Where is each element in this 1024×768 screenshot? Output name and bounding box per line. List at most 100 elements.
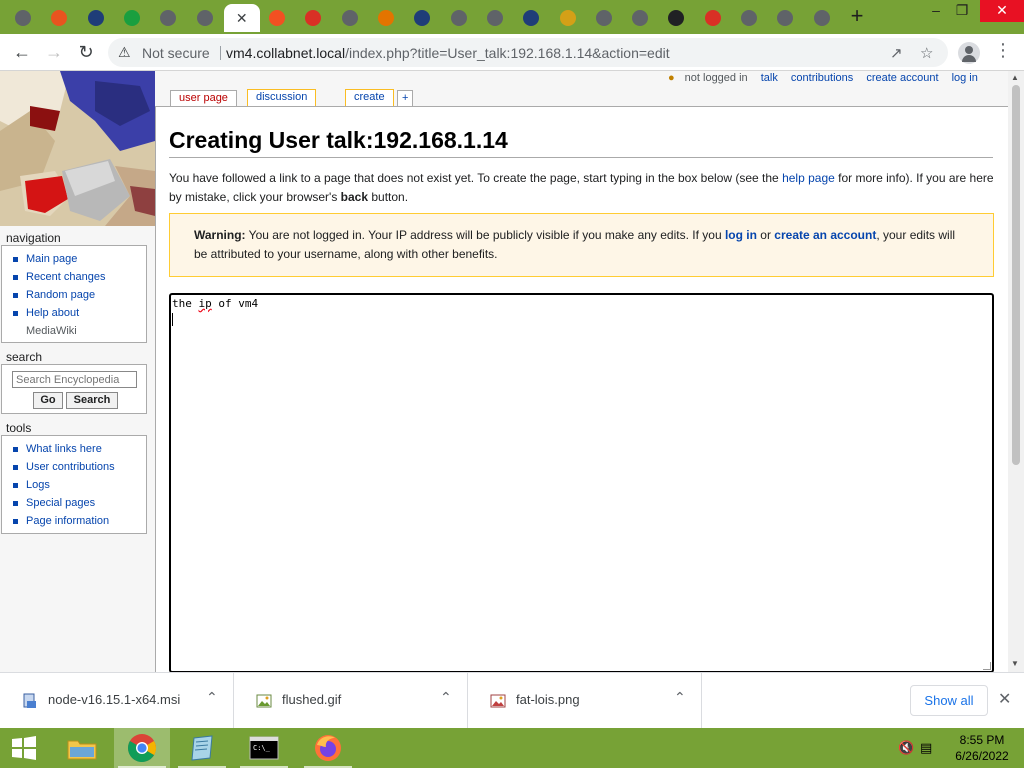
tool-logs[interactable]: Logs bbox=[12, 476, 146, 494]
back-button[interactable]: ← bbox=[10, 41, 34, 65]
tool-user-contributions[interactable]: User contributions bbox=[12, 458, 146, 476]
browser-tab[interactable] bbox=[659, 4, 693, 32]
tool-what-links-here[interactable]: What links here bbox=[12, 440, 146, 458]
browser-tab[interactable] bbox=[6, 4, 40, 32]
go-button[interactable]: Go bbox=[33, 392, 63, 409]
search-input[interactable] bbox=[12, 371, 137, 388]
tool-user-contributions-link[interactable]: User contributions bbox=[26, 461, 115, 473]
forward-button[interactable]: → bbox=[42, 41, 66, 65]
tool-what-links-here-link[interactable]: What links here bbox=[26, 443, 102, 455]
textarea-resize-grip[interactable] bbox=[983, 662, 991, 670]
browser-tab[interactable] bbox=[587, 4, 621, 32]
log-in-link[interactable]: log in bbox=[952, 72, 978, 84]
page-scrollbar[interactable]: ▲ ▼ bbox=[1008, 71, 1024, 672]
reload-button[interactable]: ↻ bbox=[74, 41, 98, 65]
taskbar-clock[interactable]: 8:55 PM 6/26/2022 bbox=[942, 732, 1022, 764]
browser-tab[interactable] bbox=[260, 4, 294, 32]
browser-tab[interactable] bbox=[514, 4, 548, 32]
browser-tab[interactable] bbox=[115, 4, 149, 32]
browser-menu-icon[interactable]: ⋮ bbox=[994, 40, 1012, 61]
browser-tab[interactable] bbox=[623, 4, 657, 32]
profile-avatar-icon[interactable] bbox=[958, 42, 980, 64]
chevron-up-icon[interactable]: ⌃ bbox=[440, 689, 452, 706]
browser-tab[interactable] bbox=[296, 4, 330, 32]
scroll-thumb[interactable] bbox=[1012, 85, 1020, 465]
edit-textarea[interactable]: the ip of vm4 bbox=[169, 293, 994, 672]
start-button[interactable] bbox=[0, 728, 48, 768]
nav-help-about[interactable]: Help about bbox=[12, 304, 146, 322]
address-bar[interactable]: ⚠ Not secure vm4.collabnet.local/index.p… bbox=[108, 38, 948, 67]
url-text[interactable]: vm4.collabnet.local/index.php?title=User… bbox=[226, 45, 670, 61]
share-icon[interactable]: ↗ bbox=[890, 44, 903, 62]
close-tab-icon[interactable]: ✕ bbox=[234, 10, 250, 26]
browser-tab[interactable] bbox=[478, 4, 512, 32]
talk-link[interactable]: talk bbox=[761, 72, 778, 84]
nav-recent-changes[interactable]: Recent changes bbox=[12, 268, 146, 286]
notes-app-taskbar[interactable] bbox=[174, 728, 230, 768]
file-explorer-taskbar[interactable] bbox=[54, 728, 110, 768]
contributions-link[interactable]: contributions bbox=[791, 72, 853, 84]
restore-button[interactable]: ❐ bbox=[944, 0, 980, 22]
image-file-icon bbox=[490, 694, 506, 708]
bookmark-star-icon[interactable]: ☆ bbox=[920, 44, 933, 62]
browser-tab[interactable] bbox=[333, 4, 367, 32]
tab-more-label[interactable]: + bbox=[402, 92, 408, 104]
browser-tab[interactable] bbox=[696, 4, 730, 32]
volume-muted-icon[interactable]: 🔇 bbox=[898, 740, 914, 756]
warning-login-link[interactable]: log in bbox=[725, 228, 757, 242]
help-page-link[interactable]: help page bbox=[782, 171, 835, 185]
download-item[interactable]: fat-lois.png ⌃ bbox=[468, 673, 702, 729]
tab-discussion-label[interactable]: discussion bbox=[256, 91, 307, 103]
browser-toolbar: ← → ↻ ⚠ Not secure vm4.collabnet.local/i… bbox=[0, 34, 1024, 71]
warning-triangle-icon[interactable]: ⚠ bbox=[118, 44, 131, 61]
tool-special-pages[interactable]: Special pages bbox=[12, 494, 146, 512]
tool-logs-link[interactable]: Logs bbox=[26, 479, 50, 491]
browser-tab[interactable] bbox=[405, 4, 439, 32]
tab-more[interactable]: + bbox=[397, 90, 414, 107]
browser-tab[interactable] bbox=[805, 4, 839, 32]
chevron-up-icon[interactable]: ⌃ bbox=[674, 689, 686, 706]
tool-page-information[interactable]: Page information bbox=[12, 512, 146, 530]
nav-main-page-link[interactable]: Main page bbox=[26, 253, 77, 265]
browser-tab[interactable] bbox=[79, 4, 113, 32]
nav-help-about-cont[interactable]: MediaWiki bbox=[12, 322, 146, 340]
tool-special-pages-link[interactable]: Special pages bbox=[26, 497, 95, 509]
terminal-taskbar[interactable]: C:\_ bbox=[236, 728, 292, 768]
scroll-up-arrow-icon[interactable]: ▲ bbox=[1011, 73, 1019, 82]
tool-page-information-link[interactable]: Page information bbox=[26, 515, 109, 527]
browser-tab[interactable] bbox=[551, 4, 585, 32]
security-label[interactable]: Not secure bbox=[142, 45, 210, 61]
nav-random-page[interactable]: Random page bbox=[12, 286, 146, 304]
tab-user-page[interactable]: user page bbox=[170, 90, 237, 107]
search-button[interactable]: Search bbox=[66, 392, 118, 409]
show-all-downloads-button[interactable]: Show all bbox=[910, 685, 988, 716]
create-account-link[interactable]: create account bbox=[866, 72, 938, 84]
download-item[interactable]: flushed.gif ⌃ bbox=[234, 673, 468, 729]
nav-mediawiki-link[interactable]: MediaWiki bbox=[26, 325, 77, 337]
firefox-taskbar[interactable] bbox=[300, 728, 356, 768]
new-tab-button[interactable]: + bbox=[846, 5, 868, 28]
browser-tab[interactable] bbox=[188, 4, 222, 32]
browser-tab[interactable] bbox=[151, 4, 185, 32]
nav-recent-changes-link[interactable]: Recent changes bbox=[26, 271, 106, 283]
wiki-logo[interactable] bbox=[0, 71, 155, 226]
browser-tab[interactable] bbox=[768, 4, 802, 32]
nav-random-page-link[interactable]: Random page bbox=[26, 289, 95, 301]
scroll-down-arrow-icon[interactable]: ▼ bbox=[1011, 659, 1019, 668]
warning-create-account-link[interactable]: create an account bbox=[774, 228, 876, 242]
chevron-up-icon[interactable]: ⌃ bbox=[206, 689, 218, 706]
chrome-taskbar[interactable] bbox=[114, 728, 170, 768]
browser-tab[interactable] bbox=[369, 4, 403, 32]
browser-tab[interactable] bbox=[442, 4, 476, 32]
browser-tab[interactable] bbox=[42, 4, 76, 32]
close-window-button[interactable]: ✕ bbox=[980, 0, 1024, 22]
browser-tab-active[interactable]: ✕ bbox=[223, 4, 260, 32]
tab-create-label[interactable]: create bbox=[354, 91, 385, 103]
tab-user-page-label[interactable]: user page bbox=[179, 92, 228, 104]
nav-main-page[interactable]: Main page bbox=[12, 250, 146, 268]
close-shelf-icon[interactable]: ✕ bbox=[998, 689, 1011, 709]
browser-tab[interactable] bbox=[732, 4, 766, 32]
network-icon[interactable]: ▤ bbox=[920, 740, 932, 756]
download-item[interactable]: node-v16.15.1-x64.msi ⌃ bbox=[0, 673, 234, 729]
nav-help-about-link[interactable]: Help about bbox=[26, 307, 79, 319]
